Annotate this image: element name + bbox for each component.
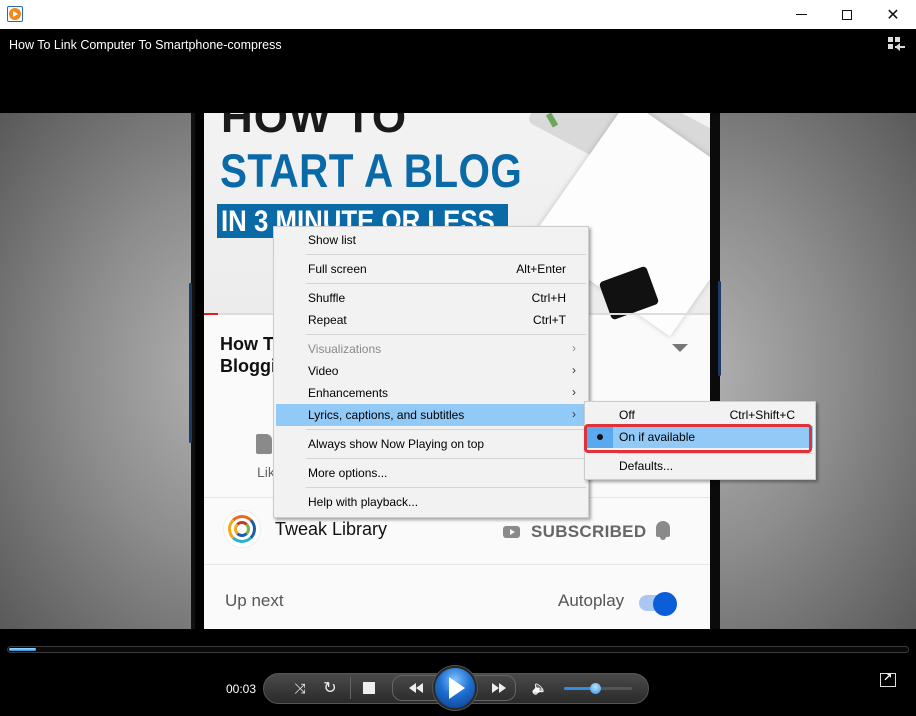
menu-separator: [306, 487, 586, 488]
menu-separator: [306, 254, 586, 255]
shortcut-label: Alt+Enter: [516, 262, 566, 276]
shortcut-label: Ctrl+T: [533, 313, 566, 327]
window-titlebar: ✕: [0, 0, 916, 29]
menu-separator: [306, 458, 586, 459]
close-icon: ✕: [886, 6, 900, 24]
video-background-right: [720, 113, 916, 629]
autoplay-toggle: [639, 592, 677, 616]
windows-media-player-icon: [7, 6, 23, 22]
bell-icon: [653, 518, 673, 540]
close-button[interactable]: ✕: [870, 0, 916, 29]
seek-bar[interactable]: [7, 646, 909, 653]
shortcut-label: Ctrl+Shift+C: [729, 408, 795, 422]
seek-bar-progress: [9, 648, 36, 651]
menu-separator: [306, 283, 586, 284]
yt-progress-played: [204, 313, 218, 315]
menu-item-video[interactable]: Video ›: [276, 360, 586, 382]
menu-item-more-options[interactable]: More options...: [276, 462, 586, 484]
autoplay-label: Autoplay: [558, 591, 625, 610]
chevron-right-icon: ›: [572, 341, 576, 355]
thumbnail-line-2: START A BLOG: [220, 144, 523, 197]
menu-item-visualizations[interactable]: Visualizations ›: [276, 338, 586, 360]
repeat-button[interactable]: ↻: [320, 678, 340, 698]
channel-name: Tweak Library: [275, 519, 388, 539]
next-icon: [491, 683, 506, 693]
yt-video-title: How T Bloggi: [220, 334, 276, 376]
menu-separator: [617, 453, 813, 454]
switch-to-full-mode-button[interactable]: [880, 671, 896, 687]
context-menu: Show list Full screen Alt+Enter Shuffle …: [273, 226, 589, 518]
play-icon: [449, 677, 465, 699]
elapsed-time: 00:03: [226, 682, 257, 696]
youtube-icon: [503, 526, 520, 538]
media-title: How To Link Computer To Smartphone-compr…: [9, 38, 282, 52]
menu-item-full-screen[interactable]: Full screen Alt+Enter: [276, 258, 586, 280]
chevron-right-icon: ›: [572, 363, 576, 377]
submenu-item-off[interactable]: Off Ctrl+Shift+C: [587, 404, 813, 426]
volume-slider-handle[interactable]: [590, 683, 601, 694]
mute-button[interactable]: 🔈: [531, 680, 549, 696]
previous-button[interactable]: [392, 675, 438, 701]
divider: [204, 564, 710, 565]
stop-button[interactable]: [363, 682, 375, 694]
thumbnail-line-1: HOW TO: [221, 113, 408, 142]
next-button[interactable]: [474, 675, 516, 701]
phone-frame-right: [710, 113, 721, 629]
switch-to-library-button[interactable]: [886, 37, 906, 53]
now-playing-header: How To Link Computer To Smartphone-compr…: [0, 29, 916, 113]
menu-item-always-on-top[interactable]: Always show Now Playing on top: [276, 433, 586, 455]
thumbs-up-icon: [256, 434, 272, 454]
expand-caret-icon: [672, 344, 688, 352]
maximize-button[interactable]: [824, 0, 870, 29]
chevron-right-icon: ›: [572, 385, 576, 399]
menu-separator: [306, 334, 586, 335]
up-next-label: Up next: [225, 591, 284, 610]
shuffle-button[interactable]: ⤨: [290, 678, 310, 698]
video-background-left: [0, 113, 195, 629]
menu-item-lyrics-captions-subtitles[interactable]: Lyrics, captions, and subtitles ›: [276, 404, 586, 426]
menu-item-shuffle[interactable]: Shuffle Ctrl+H: [276, 287, 586, 309]
divider: [350, 677, 351, 699]
menu-separator: [306, 429, 586, 430]
minimize-icon: [795, 14, 807, 15]
subscribed-label: SUBSCRIBED: [531, 522, 647, 541]
speaker-icon: 🔈: [531, 680, 549, 695]
menu-item-help-with-playback[interactable]: Help with playback...: [276, 491, 586, 513]
channel-avatar: [223, 510, 261, 548]
annotation-highlight-box: [584, 424, 812, 453]
previous-icon: [408, 683, 423, 693]
maximize-icon: [842, 9, 852, 20]
menu-item-repeat[interactable]: Repeat Ctrl+T: [276, 309, 586, 331]
chevron-right-icon: ›: [572, 407, 576, 421]
minimize-button[interactable]: [778, 0, 824, 29]
phone-frame-left: [189, 113, 195, 629]
submenu-item-defaults[interactable]: Defaults...: [587, 455, 813, 477]
repeat-icon: ↻: [323, 680, 337, 697]
shortcut-label: Ctrl+H: [531, 291, 566, 305]
menu-item-enhancements[interactable]: Enhancements ›: [276, 382, 586, 404]
menu-item-show-list[interactable]: Show list: [276, 229, 586, 251]
shuffle-icon: ⤨: [294, 679, 306, 696]
play-button[interactable]: [433, 666, 477, 710]
